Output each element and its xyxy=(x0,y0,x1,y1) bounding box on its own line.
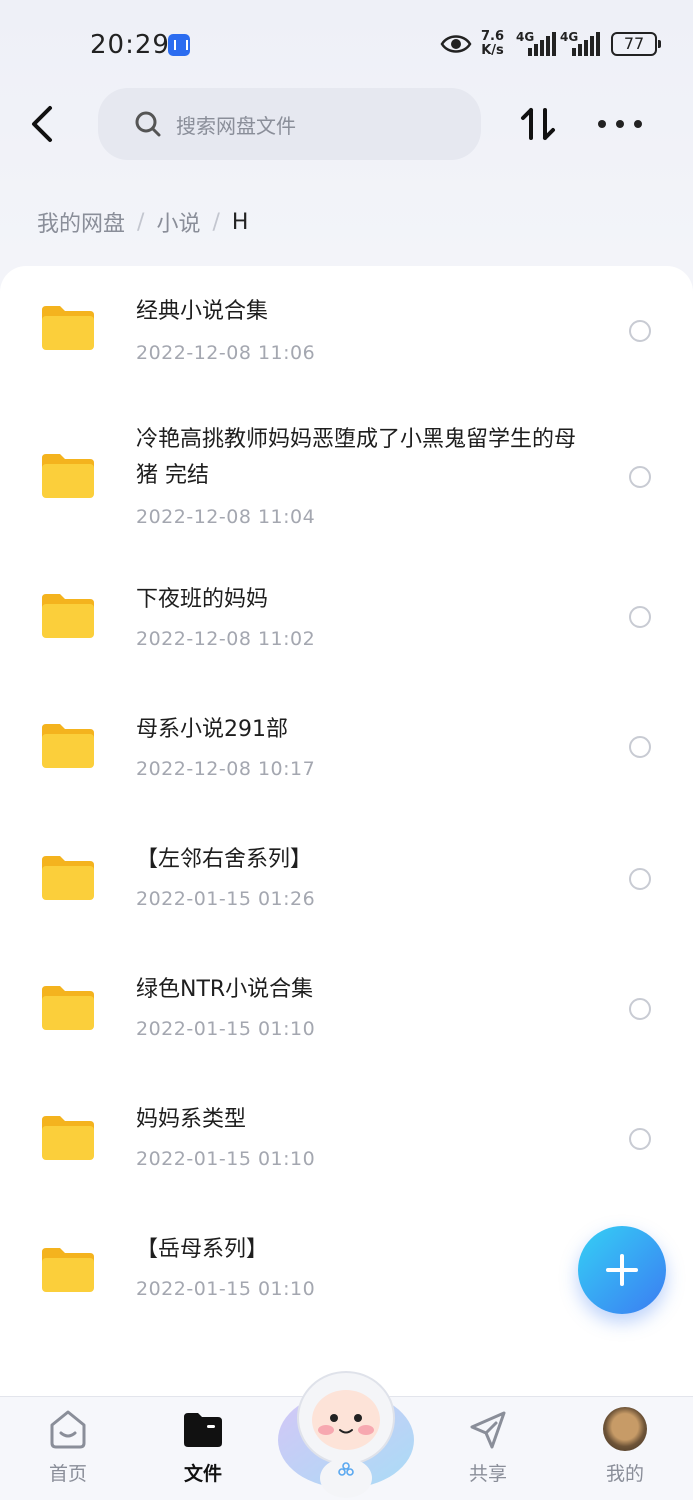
eye-icon xyxy=(440,35,472,53)
avatar xyxy=(603,1407,647,1451)
breadcrumb-root[interactable]: 我的网盘 xyxy=(37,206,125,238)
select-radio[interactable] xyxy=(629,320,651,342)
file-date: 2022-01-15 01:10 xyxy=(136,1018,316,1040)
file-name: 【左邻右舍系列】 xyxy=(136,847,313,872)
battery-icon: 77 xyxy=(611,32,661,56)
folder-icon xyxy=(42,1116,94,1160)
folder-filled-icon xyxy=(184,1413,222,1447)
dot-icon xyxy=(598,120,606,128)
dot-icon xyxy=(634,120,642,128)
list-item[interactable]: 下夜班的妈妈 2022-12-08 11:02 xyxy=(0,558,693,688)
folder-icon xyxy=(42,1248,94,1292)
file-date: 2022-12-08 11:04 xyxy=(136,506,316,528)
folder-icon xyxy=(42,856,94,900)
folder-icon xyxy=(42,594,94,638)
voice-app-icon xyxy=(168,34,190,56)
nav-files-label: 文件 xyxy=(183,1463,222,1485)
file-date: 2022-01-15 01:26 xyxy=(136,888,316,910)
list-item[interactable]: 绿色NTR小说合集 2022-01-15 01:10 xyxy=(0,948,693,1078)
status-bar: 20:29 7.6 K/s 4G 4G 77 xyxy=(0,0,693,90)
nav-files[interactable]: 文件 xyxy=(153,1397,253,1500)
add-button[interactable] xyxy=(578,1226,666,1314)
select-radio[interactable] xyxy=(629,998,651,1020)
list-item[interactable]: 经典小说合集 2022-12-08 11:06 xyxy=(0,266,693,396)
signal-bars-2-icon xyxy=(572,30,600,56)
status-time: 20:29 xyxy=(90,30,170,60)
select-radio[interactable] xyxy=(629,868,651,890)
network-speed: 7.6 K/s xyxy=(481,30,504,58)
breadcrumb-separator: / xyxy=(137,209,145,235)
folder-icon xyxy=(42,724,94,768)
search-icon xyxy=(135,111,161,137)
nav-share-label: 共享 xyxy=(468,1463,507,1485)
breadcrumb-current: H xyxy=(231,209,249,235)
file-name: 【岳母系列】 xyxy=(136,1237,269,1262)
nav-mine[interactable]: 我的 xyxy=(575,1397,675,1500)
speed-unit: K/s xyxy=(481,43,504,58)
dot-icon xyxy=(616,120,624,128)
more-options-button[interactable] xyxy=(598,112,642,136)
select-radio[interactable] xyxy=(629,606,651,628)
nav-home-label: 首页 xyxy=(48,1463,87,1485)
sort-icon[interactable] xyxy=(518,104,558,144)
select-radio[interactable] xyxy=(629,736,651,758)
folder-icon xyxy=(42,986,94,1030)
signal-bars-1-icon xyxy=(528,30,556,56)
file-date: 2022-12-08 10:17 xyxy=(136,758,316,780)
file-name: 绿色NTR小说合集 xyxy=(136,977,314,1002)
file-name: 妈妈系类型 xyxy=(136,1107,247,1132)
list-item[interactable]: 冷艳高挑教师妈妈恶堕成了小黑鬼留学生的母猪 完结 2022-12-08 11:0… xyxy=(0,396,693,558)
breadcrumb: 我的网盘 / 小说 / H xyxy=(37,206,248,238)
file-name: 下夜班的妈妈 xyxy=(136,587,269,612)
mascot-button[interactable] xyxy=(276,1360,416,1500)
file-name: 冷艳高挑教师妈妈恶堕成了小黑鬼留学生的母猪 完结 xyxy=(136,427,577,488)
file-name: 母系小说291部 xyxy=(136,717,288,742)
nav-share[interactable]: 共享 xyxy=(438,1397,538,1500)
file-list: 经典小说合集 2022-12-08 11:06 冷艳高挑教师妈妈恶堕成了小黑鬼留… xyxy=(0,266,693,1400)
file-date: 2022-12-08 11:06 xyxy=(136,342,316,364)
home-icon xyxy=(50,1410,86,1449)
search-input[interactable]: 搜索网盘文件 xyxy=(98,88,481,160)
breadcrumb-separator: / xyxy=(212,209,220,235)
send-icon xyxy=(470,1411,506,1449)
file-date: 2022-01-15 01:10 xyxy=(136,1278,316,1300)
list-item[interactable]: 妈妈系类型 2022-01-15 01:10 xyxy=(0,1078,693,1208)
file-date: 2022-12-08 11:02 xyxy=(136,628,316,650)
list-item[interactable]: 【左邻右舍系列】 2022-01-15 01:26 xyxy=(0,818,693,948)
speed-value: 7.6 xyxy=(481,29,505,44)
nav-mine-label: 我的 xyxy=(605,1463,644,1485)
search-placeholder: 搜索网盘文件 xyxy=(176,113,296,138)
nav-home[interactable]: 首页 xyxy=(18,1397,118,1500)
select-radio[interactable] xyxy=(629,466,651,488)
folder-icon xyxy=(42,454,94,498)
folder-icon xyxy=(42,306,94,350)
file-name: 经典小说合集 xyxy=(136,299,269,324)
back-button[interactable] xyxy=(22,102,66,146)
breadcrumb-parent[interactable]: 小说 xyxy=(156,206,200,238)
list-item[interactable]: 母系小说291部 2022-12-08 10:17 xyxy=(0,688,693,818)
select-radio[interactable] xyxy=(629,1128,651,1150)
file-date: 2022-01-15 01:10 xyxy=(136,1148,316,1170)
